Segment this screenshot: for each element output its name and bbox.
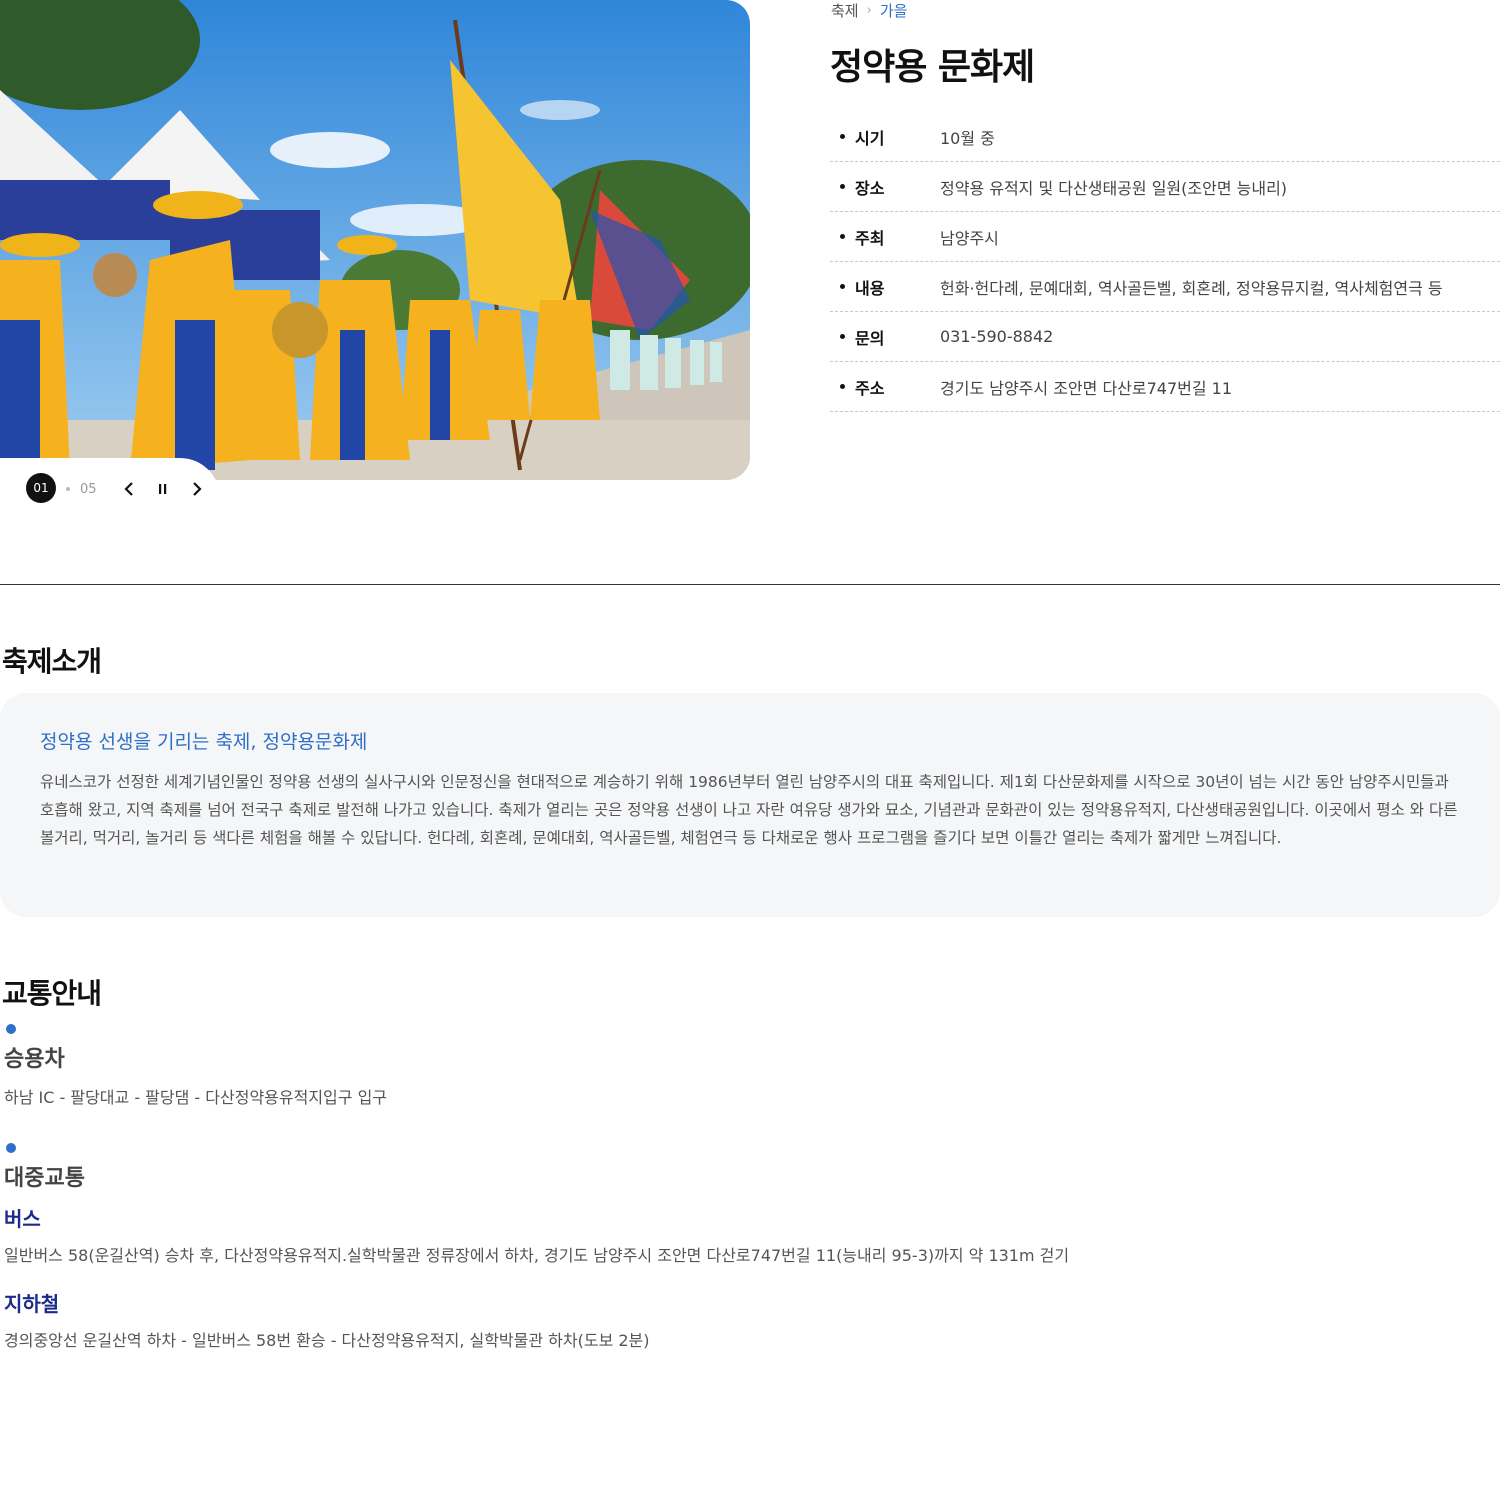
bullet-dot-icon [6, 1024, 16, 1034]
chevron-right-icon [192, 482, 202, 496]
bullet-dot-icon [6, 1143, 16, 1153]
info-label: 장소 [855, 178, 885, 198]
info-value: 헌화·헌다례, 문예대회, 역사골든벨, 회혼례, 정약용뮤지컬, 역사체험연극… [940, 278, 1443, 298]
pause-icon [158, 484, 166, 494]
slide-next-button[interactable] [183, 475, 211, 503]
breadcrumb: 축제 › 가을 [831, 0, 907, 21]
info-label: 주소 [855, 378, 885, 398]
intro-box: 정약용 선생을 기리는 축제, 정약용문화제 유네스코가 선정한 세계기념인물인… [0, 693, 1500, 917]
info-value: 경기도 남양주시 조안면 다산로747번길 11 [940, 378, 1233, 398]
bullet-icon [840, 234, 845, 239]
slide-separator [66, 487, 70, 491]
bullet-icon [840, 284, 845, 289]
festival-photo [0, 0, 750, 480]
slider-controls: 01 05 [0, 458, 220, 520]
chevron-right-icon: › [866, 3, 872, 18]
festival-info-list: 시기 10월 중 장소 정약용 유적지 및 다산생태공원 일원(조안면 능내리)… [830, 112, 1500, 412]
slide-pause-button[interactable] [149, 475, 177, 503]
transport-section-title: 교통안내 [2, 977, 102, 1010]
info-row-place: 장소 정약용 유적지 및 다산생태공원 일원(조안면 능내리) [830, 162, 1500, 212]
slide-current-number: 01 [26, 473, 56, 503]
info-value: 031-590-8842 [940, 327, 1054, 346]
bullet-icon [840, 134, 845, 139]
chevron-left-icon [123, 482, 133, 496]
slide-prev-button[interactable] [115, 475, 143, 503]
intro-section-title: 축제소개 [2, 645, 102, 678]
info-label: 시기 [855, 128, 885, 148]
subway-title: 지하철 [4, 1292, 60, 1316]
section-divider [0, 584, 1500, 585]
info-row-content: 내용 헌화·헌다례, 문예대회, 역사골든벨, 회혼례, 정약용뮤지컬, 역사체… [830, 262, 1500, 312]
info-value: 정약용 유적지 및 다산생태공원 일원(조안면 능내리) [940, 178, 1288, 198]
subway-route: 경의중앙선 운길산역 하차 - 일반버스 58번 환승 - 다산정약용유적지, … [4, 1331, 650, 1350]
info-row-address: 주소 경기도 남양주시 조안면 다산로747번길 11 [830, 362, 1500, 412]
breadcrumb-parent[interactable]: 축제 [831, 0, 859, 21]
info-label: 문의 [855, 328, 885, 348]
info-label: 주최 [855, 228, 885, 248]
bullet-icon [840, 334, 845, 339]
info-value: 10월 중 [940, 128, 995, 148]
page-title: 정약용 문화제 [830, 47, 1035, 88]
intro-heading: 정약용 선생을 기리는 축제, 정약용문화제 [40, 731, 368, 753]
car-title: 승용차 [4, 1047, 65, 1072]
info-row-period: 시기 10월 중 [830, 112, 1500, 162]
slide-total-number: 05 [80, 481, 97, 497]
info-value: 남양주시 [940, 228, 999, 248]
intro-text: 유네스코가 선정한 세계기념인물인 정약용 선생의 실사구시와 인문정신을 현대… [40, 773, 1458, 847]
bullet-icon [840, 184, 845, 189]
info-label: 내용 [855, 278, 885, 298]
bus-title: 버스 [4, 1207, 41, 1231]
car-route: 하남 IC - 팔당대교 - 팔당댐 - 다산정약용유적지입구 입구 [4, 1088, 388, 1107]
bullet-icon [840, 384, 845, 389]
breadcrumb-current[interactable]: 가을 [880, 0, 908, 21]
public-transport-title: 대중교통 [4, 1166, 85, 1191]
info-row-host: 주최 남양주시 [830, 212, 1500, 262]
bus-route: 일반버스 58(운길산역) 승차 후, 다산정약용유적지.실학박물관 정류장에서… [4, 1246, 1070, 1265]
info-row-contact: 문의 031-590-8842 [830, 312, 1500, 362]
